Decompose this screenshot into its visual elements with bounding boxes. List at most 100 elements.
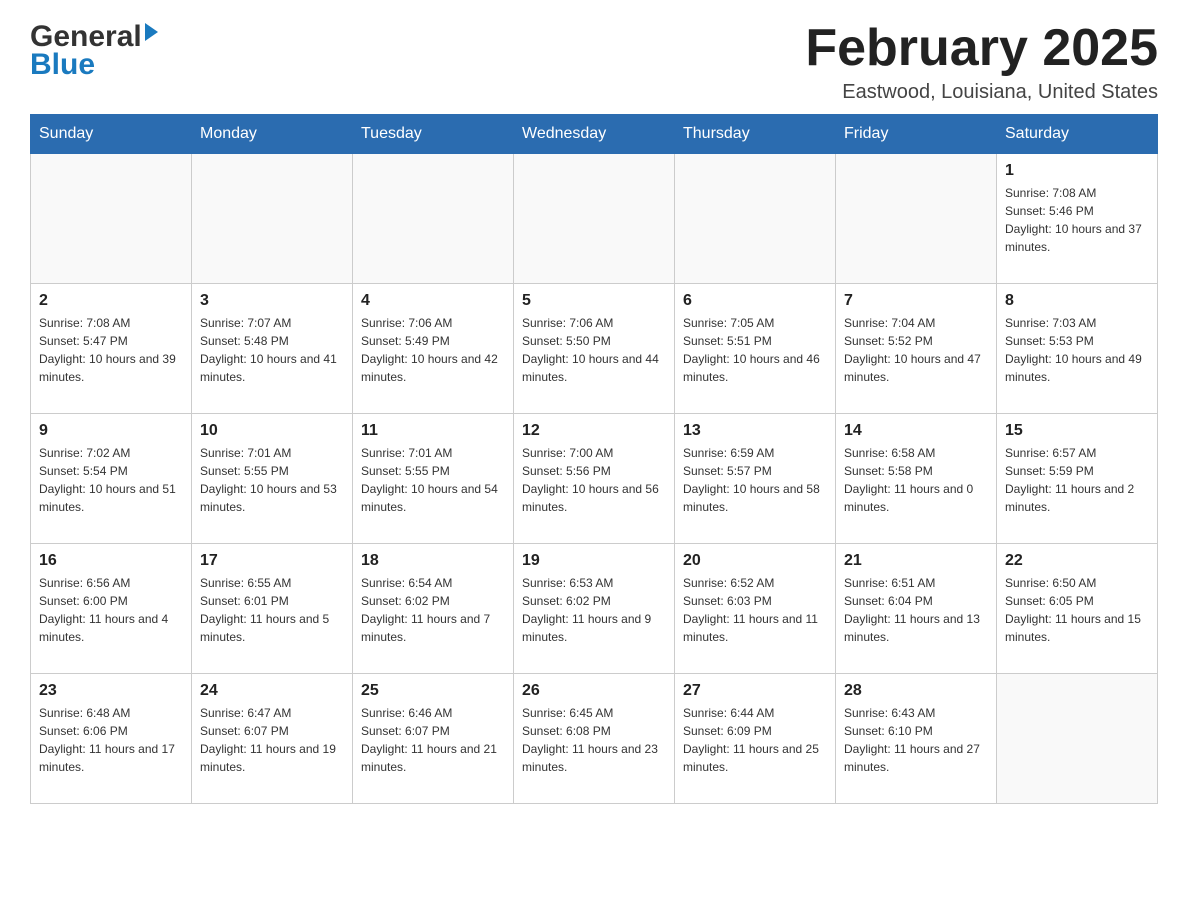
day-info: Sunrise: 6:53 AMSunset: 6:02 PMDaylight:… bbox=[522, 574, 666, 646]
calendar-week-1: 1 Sunrise: 7:08 AMSunset: 5:46 PMDaylight… bbox=[31, 154, 1158, 284]
day-info: Sunrise: 6:51 AMSunset: 6:04 PMDaylight:… bbox=[844, 574, 988, 646]
day-info: Sunrise: 6:45 AMSunset: 6:08 PMDaylight:… bbox=[522, 704, 666, 776]
day-number: 21 bbox=[844, 552, 988, 570]
logo-triangle-icon bbox=[145, 23, 158, 41]
day-info: Sunrise: 6:56 AMSunset: 6:00 PMDaylight:… bbox=[39, 574, 183, 646]
calendar-table: SundayMondayTuesdayWednesdayThursdayFrid… bbox=[30, 114, 1158, 804]
weekday-header-monday: Monday bbox=[192, 115, 353, 154]
calendar-cell: 7 Sunrise: 7:04 AMSunset: 5:52 PMDaylight… bbox=[836, 284, 997, 414]
calendar-cell: 16 Sunrise: 6:56 AMSunset: 6:00 PMDayligh… bbox=[31, 544, 192, 674]
day-info: Sunrise: 7:00 AMSunset: 5:56 PMDaylight:… bbox=[522, 444, 666, 516]
day-number: 10 bbox=[200, 422, 344, 440]
calendar-cell: 21 Sunrise: 6:51 AMSunset: 6:04 PMDayligh… bbox=[836, 544, 997, 674]
location-text: Eastwood, Louisiana, United States bbox=[805, 81, 1158, 104]
day-info: Sunrise: 6:55 AMSunset: 6:01 PMDaylight:… bbox=[200, 574, 344, 646]
calendar-cell: 17Sunrise: 6:55 AMSunset: 6:01 PMDayligh… bbox=[192, 544, 353, 674]
calendar-cell bbox=[353, 154, 514, 284]
day-info: Sunrise: 7:06 AMSunset: 5:50 PMDaylight:… bbox=[522, 314, 666, 386]
calendar-cell: 6 Sunrise: 7:05 AMSunset: 5:51 PMDaylight… bbox=[675, 284, 836, 414]
day-number: 2 bbox=[39, 292, 183, 310]
day-number: 16 bbox=[39, 552, 183, 570]
day-info: Sunrise: 6:47 AMSunset: 6:07 PMDaylight:… bbox=[200, 704, 344, 776]
calendar-cell bbox=[836, 154, 997, 284]
day-info: Sunrise: 7:08 AMSunset: 5:47 PMDaylight:… bbox=[39, 314, 183, 386]
weekday-header-friday: Friday bbox=[836, 115, 997, 154]
calendar-cell: 15 Sunrise: 6:57 AMSunset: 5:59 PMDayligh… bbox=[997, 414, 1158, 544]
calendar-cell bbox=[514, 154, 675, 284]
day-info: Sunrise: 6:59 AMSunset: 5:57 PMDaylight:… bbox=[683, 444, 827, 516]
calendar-cell: 9 Sunrise: 7:02 AMSunset: 5:54 PMDaylight… bbox=[31, 414, 192, 544]
day-info: Sunrise: 7:04 AMSunset: 5:52 PMDaylight:… bbox=[844, 314, 988, 386]
day-number: 19 bbox=[522, 552, 666, 570]
calendar-cell: 22 Sunrise: 6:50 AMSunset: 6:05 PMDayligh… bbox=[997, 544, 1158, 674]
day-number: 23 bbox=[39, 682, 183, 700]
weekday-header-thursday: Thursday bbox=[675, 115, 836, 154]
day-number: 12 bbox=[522, 422, 666, 440]
day-info: Sunrise: 6:54 AMSunset: 6:02 PMDaylight:… bbox=[361, 574, 505, 646]
day-info: Sunrise: 7:02 AMSunset: 5:54 PMDaylight:… bbox=[39, 444, 183, 516]
day-info: Sunrise: 7:07 AMSunset: 5:48 PMDaylight:… bbox=[200, 314, 344, 386]
calendar-week-2: 2 Sunrise: 7:08 AMSunset: 5:47 PMDaylight… bbox=[31, 284, 1158, 414]
logo-blue-text: Blue bbox=[30, 48, 95, 82]
calendar-week-4: 16 Sunrise: 6:56 AMSunset: 6:00 PMDayligh… bbox=[31, 544, 1158, 674]
day-info: Sunrise: 6:43 AMSunset: 6:10 PMDaylight:… bbox=[844, 704, 988, 776]
calendar-cell: 12 Sunrise: 7:00 AMSunset: 5:56 PMDayligh… bbox=[514, 414, 675, 544]
weekday-header-wednesday: Wednesday bbox=[514, 115, 675, 154]
day-number: 25 bbox=[361, 682, 505, 700]
day-number: 1 bbox=[1005, 162, 1149, 180]
month-title: February 2025 bbox=[805, 20, 1158, 77]
calendar-cell: 1 Sunrise: 7:08 AMSunset: 5:46 PMDaylight… bbox=[997, 154, 1158, 284]
day-info: Sunrise: 7:08 AMSunset: 5:46 PMDaylight:… bbox=[1005, 184, 1149, 256]
day-number: 20 bbox=[683, 552, 827, 570]
calendar-cell: 24 Sunrise: 6:47 AMSunset: 6:07 PMDayligh… bbox=[192, 674, 353, 804]
day-number: 3 bbox=[200, 292, 344, 310]
page-header: General Blue February 2025 Eastwood, Lou… bbox=[30, 20, 1158, 104]
day-number: 15 bbox=[1005, 422, 1149, 440]
day-info: Sunrise: 7:06 AMSunset: 5:49 PMDaylight:… bbox=[361, 314, 505, 386]
calendar-cell: 18 Sunrise: 6:54 AMSunset: 6:02 PMDayligh… bbox=[353, 544, 514, 674]
calendar-cell: 2 Sunrise: 7:08 AMSunset: 5:47 PMDaylight… bbox=[31, 284, 192, 414]
calendar-cell: 25Sunrise: 6:46 AMSunset: 6:07 PMDayligh… bbox=[353, 674, 514, 804]
day-number: 18 bbox=[361, 552, 505, 570]
day-number: 8 bbox=[1005, 292, 1149, 310]
calendar-cell: 26Sunrise: 6:45 AMSunset: 6:08 PMDayligh… bbox=[514, 674, 675, 804]
day-number: 28 bbox=[844, 682, 988, 700]
logo: General Blue bbox=[30, 20, 158, 82]
day-number: 9 bbox=[39, 422, 183, 440]
calendar-cell: 4 Sunrise: 7:06 AMSunset: 5:49 PMDaylight… bbox=[353, 284, 514, 414]
day-number: 6 bbox=[683, 292, 827, 310]
calendar-cell: 8 Sunrise: 7:03 AMSunset: 5:53 PMDaylight… bbox=[997, 284, 1158, 414]
calendar-cell: 19 Sunrise: 6:53 AMSunset: 6:02 PMDayligh… bbox=[514, 544, 675, 674]
day-info: Sunrise: 6:50 AMSunset: 6:05 PMDaylight:… bbox=[1005, 574, 1149, 646]
calendar-cell: 10Sunrise: 7:01 AMSunset: 5:55 PMDayligh… bbox=[192, 414, 353, 544]
day-number: 4 bbox=[361, 292, 505, 310]
calendar-cell bbox=[997, 674, 1158, 804]
calendar-cell: 5 Sunrise: 7:06 AMSunset: 5:50 PMDaylight… bbox=[514, 284, 675, 414]
day-number: 27 bbox=[683, 682, 827, 700]
calendar-cell: 13 Sunrise: 6:59 AMSunset: 5:57 PMDayligh… bbox=[675, 414, 836, 544]
calendar-week-5: 23Sunrise: 6:48 AMSunset: 6:06 PMDayligh… bbox=[31, 674, 1158, 804]
calendar-cell bbox=[675, 154, 836, 284]
day-info: Sunrise: 7:05 AMSunset: 5:51 PMDaylight:… bbox=[683, 314, 827, 386]
day-number: 7 bbox=[844, 292, 988, 310]
day-info: Sunrise: 6:44 AMSunset: 6:09 PMDaylight:… bbox=[683, 704, 827, 776]
calendar-week-3: 9 Sunrise: 7:02 AMSunset: 5:54 PMDaylight… bbox=[31, 414, 1158, 544]
calendar-cell: 11 Sunrise: 7:01 AMSunset: 5:55 PMDayligh… bbox=[353, 414, 514, 544]
calendar-cell: 14Sunrise: 6:58 AMSunset: 5:58 PMDayligh… bbox=[836, 414, 997, 544]
calendar-cell bbox=[31, 154, 192, 284]
calendar-cell: 23Sunrise: 6:48 AMSunset: 6:06 PMDayligh… bbox=[31, 674, 192, 804]
calendar-cell: 28 Sunrise: 6:43 AMSunset: 6:10 PMDayligh… bbox=[836, 674, 997, 804]
day-number: 22 bbox=[1005, 552, 1149, 570]
calendar-cell: 27 Sunrise: 6:44 AMSunset: 6:09 PMDayligh… bbox=[675, 674, 836, 804]
day-info: Sunrise: 7:01 AMSunset: 5:55 PMDaylight:… bbox=[361, 444, 505, 516]
day-number: 5 bbox=[522, 292, 666, 310]
day-number: 11 bbox=[361, 422, 505, 440]
day-number: 13 bbox=[683, 422, 827, 440]
calendar-cell bbox=[192, 154, 353, 284]
day-info: Sunrise: 7:03 AMSunset: 5:53 PMDaylight:… bbox=[1005, 314, 1149, 386]
day-number: 24 bbox=[200, 682, 344, 700]
calendar-cell: 20Sunrise: 6:52 AMSunset: 6:03 PMDayligh… bbox=[675, 544, 836, 674]
day-info: Sunrise: 6:57 AMSunset: 5:59 PMDaylight:… bbox=[1005, 444, 1149, 516]
day-number: 14 bbox=[844, 422, 988, 440]
weekday-header-sunday: Sunday bbox=[31, 115, 192, 154]
